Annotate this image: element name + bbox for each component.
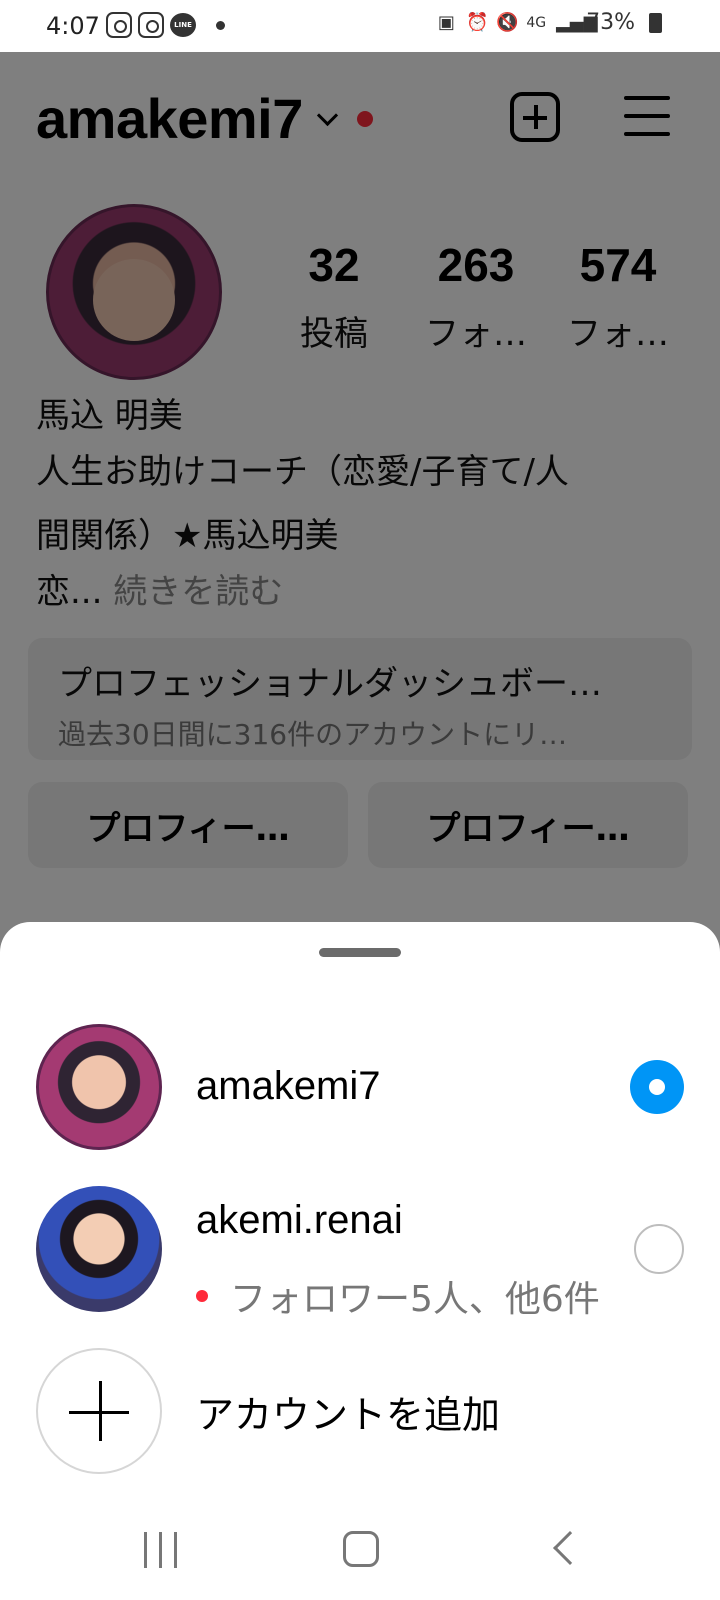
battery-icon (649, 12, 662, 33)
avatar (36, 1186, 162, 1312)
network-label: 4G (526, 14, 547, 31)
alarm-icon: ⏰ (466, 11, 489, 33)
battery-label: 73% (586, 10, 635, 35)
home-icon[interactable] (343, 1531, 379, 1567)
account-row-akemi-renai[interactable]: akemi.renai フォロワー5人、他6件 (0, 1184, 720, 1320)
status-time: 4:07 (46, 12, 100, 40)
account-switcher-sheet: amakemi7 akemi.renai フォロワー5人、他6件 アカウントを追… (0, 922, 720, 1600)
back-icon[interactable] (553, 1531, 587, 1565)
add-account-label: アカウントを追加 (196, 1393, 501, 1437)
line-icon: LINE (170, 13, 196, 37)
unselected-radio-icon[interactable] (634, 1224, 684, 1274)
account-row-amakemi7[interactable]: amakemi7 (0, 1022, 720, 1152)
sheet-drag-handle[interactable] (319, 948, 401, 957)
account-name: amakemi7 (196, 1064, 381, 1108)
plus-icon (36, 1348, 162, 1474)
account-name: akemi.renai (196, 1198, 403, 1242)
mute-icon: 🔇 (496, 11, 519, 33)
account-notice-text: フォロワー5人、他6件 (230, 1279, 600, 1320)
selected-radio-icon[interactable] (630, 1060, 684, 1114)
system-nav-bar (0, 1500, 720, 1600)
recent-apps-icon[interactable] (144, 1532, 178, 1568)
add-account-row[interactable]: アカウントを追加 (0, 1346, 720, 1476)
account-notice: フォロワー5人、他6件 (196, 1270, 600, 1322)
notification-dot (196, 1290, 208, 1302)
signal-icon: ▂▄▆ (556, 11, 598, 33)
avatar (36, 1024, 162, 1150)
instagram-icon (138, 12, 164, 38)
dot-icon (216, 20, 225, 30)
lock-icon: ▣ (437, 11, 455, 33)
instagram-icon (106, 12, 132, 38)
status-bar: 4:07 LINE ▣ ⏰ 🔇 4G ▂▄▆ 73% (0, 0, 720, 52)
